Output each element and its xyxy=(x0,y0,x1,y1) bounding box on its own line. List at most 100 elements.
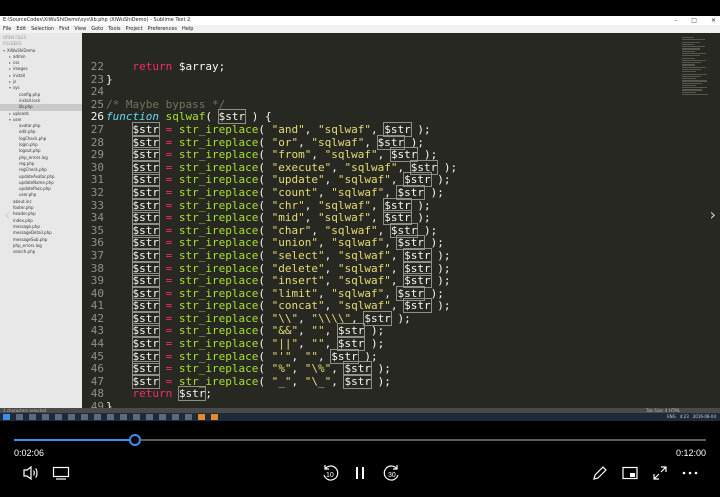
sidebar-item-label: user.php xyxy=(19,192,37,198)
code-token: "union" xyxy=(271,236,318,250)
code-token: $str xyxy=(131,373,160,389)
menu-item-preferences[interactable]: Preferences xyxy=(148,25,177,33)
menu-item-find[interactable]: Find xyxy=(59,25,69,33)
code-token: , xyxy=(331,374,345,388)
next-chevron-icon[interactable]: › xyxy=(710,205,716,224)
code-token: $str xyxy=(131,121,160,137)
code-token: , xyxy=(324,324,338,338)
menu-item-tools[interactable]: Tools xyxy=(108,25,120,33)
edit-button[interactable] xyxy=(590,462,610,484)
seek-bar[interactable] xyxy=(14,434,706,446)
code-token: , xyxy=(298,311,312,325)
code-token: str_ireplace xyxy=(178,122,259,136)
code-line[interactable]: } xyxy=(106,73,457,87)
menu-item-view[interactable]: View xyxy=(74,25,86,33)
code-token: $str xyxy=(403,260,432,276)
sidebar-item-label: messageSub.php xyxy=(13,236,48,242)
window-title: E:\SourceCodes\XiWuShiDemo\sys\lib.php (… xyxy=(3,17,191,23)
menu-item-file[interactable]: File xyxy=(3,25,11,33)
line-number: 27 xyxy=(90,122,104,136)
menu-item-help[interactable]: Help xyxy=(182,25,193,33)
more-options-button[interactable] xyxy=(680,462,700,484)
window-controls: – □ ✕ xyxy=(674,16,716,25)
code-token: str_ireplace xyxy=(178,173,259,187)
code-token: $str xyxy=(131,310,160,326)
windows-taskbar: ENG 4:23 2016-08-04 xyxy=(0,413,720,421)
code-token: ( xyxy=(258,324,272,338)
menu-item-edit[interactable]: Edit xyxy=(16,25,26,33)
pause-button[interactable] xyxy=(350,462,370,484)
line-number: 22 xyxy=(90,60,104,73)
code-token: "sqlwaf" xyxy=(324,223,378,237)
code-token: , xyxy=(304,198,318,212)
code-token: ( xyxy=(258,362,272,376)
video-frame[interactable]: E:\SourceCodes\XiWuShiDemo\sys\lib.php (… xyxy=(0,16,720,421)
code-token: $str xyxy=(330,348,359,364)
sublime-text-icon xyxy=(198,414,205,420)
code-line[interactable]: return $str; xyxy=(106,386,457,402)
code-token: ( xyxy=(258,248,272,262)
code-token: $str xyxy=(336,323,366,339)
miniview-button[interactable] xyxy=(620,462,640,484)
code-token: "'" xyxy=(271,349,292,363)
sidebar-item-label: reg.php xyxy=(19,160,35,166)
code-token: $str xyxy=(131,159,160,175)
code-token: "sqlwaf" xyxy=(324,148,378,162)
app-icon xyxy=(172,414,179,420)
code-token: ( xyxy=(258,211,272,225)
captions-button[interactable] xyxy=(50,462,72,484)
code-token: ( xyxy=(258,236,272,250)
skip-back-button[interactable]: 10 xyxy=(318,462,342,484)
cortana-icon xyxy=(16,414,23,420)
skip-forward-button[interactable]: 30 xyxy=(380,462,404,484)
code-token: $str xyxy=(131,348,160,364)
sidebar-item-label: logCheck.php xyxy=(19,135,47,141)
code-token: "count" xyxy=(271,185,318,199)
code-token: $str xyxy=(396,285,425,301)
code-token: ( xyxy=(258,185,272,199)
sidebar-item[interactable]: search.php xyxy=(0,249,82,255)
sidebar-item-label: about.inc xyxy=(13,198,32,204)
code-token: $str xyxy=(131,285,160,301)
window-titlebar: E:\SourceCodes\XiWuShiDemo\sys\lib.php (… xyxy=(0,16,720,25)
code-token: ); xyxy=(430,248,451,262)
windows-start-icon xyxy=(3,414,10,420)
seek-thumb[interactable] xyxy=(129,434,142,446)
menu-item-selection[interactable]: Selection xyxy=(31,25,54,33)
sidebar-item-label: updateName.php xyxy=(19,179,54,185)
menu-item-project[interactable]: Project xyxy=(126,25,143,33)
code-token: , xyxy=(351,311,365,325)
code-token: str_ireplace xyxy=(178,311,259,325)
code-token: str_ireplace xyxy=(178,185,259,199)
volume-button[interactable] xyxy=(20,462,42,484)
fullscreen-button[interactable] xyxy=(650,462,670,484)
code-token: "sqlwaf" xyxy=(331,185,385,199)
code-token: , xyxy=(390,299,405,313)
code-token: ( xyxy=(258,223,272,237)
menu-item-goto[interactable]: Goto xyxy=(91,25,103,33)
code-token: ) { xyxy=(245,110,272,124)
code-token: "concat" xyxy=(271,299,325,313)
code-token: str_ireplace xyxy=(178,374,259,388)
previous-chevron-icon[interactable]: ‹ xyxy=(4,205,10,224)
code-token: ( xyxy=(258,274,272,288)
code-line[interactable]: } xyxy=(106,400,457,408)
code-token: "char" xyxy=(271,223,312,237)
code-line[interactable]: return $array; xyxy=(106,60,457,74)
